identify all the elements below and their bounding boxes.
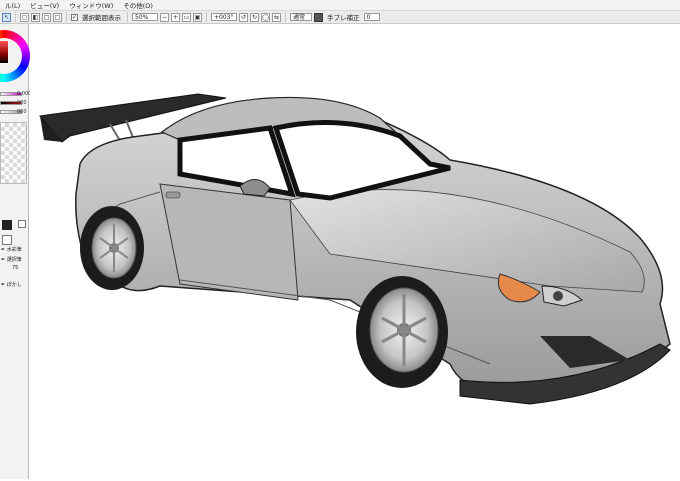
toolbar-separator: [127, 12, 128, 22]
tool-watercolor-label: 水彩筆: [6, 247, 22, 253]
transparent-color-swatch[interactable]: [2, 235, 12, 245]
selection-display-label: 選択範囲表示: [82, 14, 121, 22]
toolbar: ↖ ▢ ◧ □ □ ✓ 選択範囲表示 50% − + ▭ ▣ +003° ↺ ↻…: [0, 11, 680, 24]
blend-mode-field[interactable]: 通常: [290, 13, 312, 21]
tool-selpen-label: 選択筆: [6, 257, 22, 263]
invert-selection-button[interactable]: ◧: [31, 12, 40, 22]
zoom-reset-button[interactable]: ▭: [182, 12, 191, 22]
background-color-swatch[interactable]: [18, 220, 26, 228]
zoom-in-button[interactable]: +: [171, 12, 180, 22]
menu-item-window[interactable]: ウィンドウ(W): [64, 0, 118, 10]
stabilizer-label: 手ブレ補正: [327, 14, 360, 22]
select-tool-button[interactable]: ↖: [2, 12, 11, 22]
rotate-left-button[interactable]: ↺: [239, 12, 248, 22]
car-illustration: [39, 93, 671, 405]
zoom-fit-button[interactable]: ▣: [193, 12, 202, 22]
drawing-canvas[interactable]: [30, 24, 680, 479]
zoom-out-button[interactable]: −: [160, 12, 169, 22]
toolbar-separator: [206, 12, 207, 22]
color-panel: 0.000 000 060 ✒ 水彩筆 ✒ 選択筆 75 ✒ ぼかし: [0, 24, 31, 479]
zoom-field[interactable]: 50%: [132, 13, 158, 21]
stabilizer-field[interactable]: 0: [363, 13, 380, 21]
foreground-color-swatch[interactable]: [2, 220, 12, 230]
toolbar-separator: [285, 12, 286, 22]
flip-button[interactable]: ⇆: [272, 12, 281, 22]
rotate-reset-button[interactable]: ◯: [261, 12, 270, 22]
tool-selpen[interactable]: ✒ 選択筆: [1, 256, 25, 264]
toolbar-separator: [66, 12, 67, 22]
selection-display-checkbox[interactable]: ✓: [71, 13, 78, 21]
tool-watercolor[interactable]: ✒ 水彩筆: [1, 246, 25, 254]
tool-blur-label: ぼかし: [6, 282, 22, 288]
swatch-grid[interactable]: [0, 122, 27, 184]
slider-value-3: 060: [17, 109, 27, 115]
rear-wheel: [80, 206, 144, 290]
selection-mode-button-2[interactable]: □: [53, 12, 62, 22]
front-wheel: [356, 276, 448, 388]
selection-mode-button[interactable]: □: [42, 12, 51, 22]
rotation-field[interactable]: +003°: [211, 13, 237, 21]
tool-blur[interactable]: ✒ ぼかし: [1, 281, 25, 289]
menu-bar: ル(L) ビュー(V) ウィンドウ(W) その他(O): [0, 0, 680, 11]
rotate-right-button[interactable]: ↻: [250, 12, 259, 22]
menu-item-layer[interactable]: ル(L): [0, 0, 25, 10]
slider-value-2: 000: [17, 100, 27, 106]
mode-swatch-button[interactable]: [314, 12, 323, 22]
menu-item-other[interactable]: その他(O): [118, 0, 158, 10]
color-square[interactable]: [0, 41, 8, 63]
deselect-button[interactable]: ▢: [20, 12, 29, 22]
toolbar-separator: [15, 12, 16, 22]
menu-item-view[interactable]: ビュー(V): [25, 0, 64, 10]
